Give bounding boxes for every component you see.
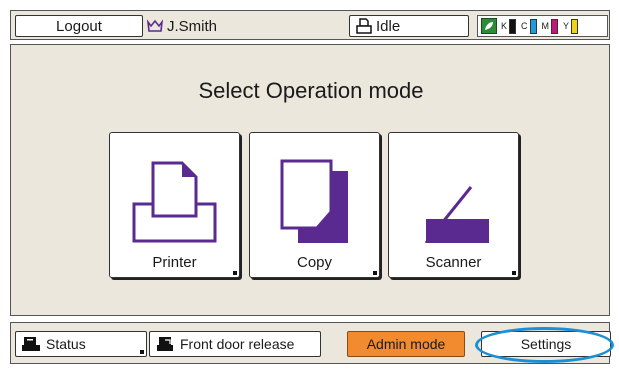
scanner-label: Scanner <box>425 254 482 271</box>
status-button[interactable]: Status <box>15 331 147 357</box>
user-name: J.Smith <box>167 17 218 35</box>
logout-label: Logout <box>56 17 102 35</box>
page-title: Select Operation mode <box>198 78 424 103</box>
scanner-mode-button[interactable]: Scanner <box>388 132 519 278</box>
status-icon <box>22 337 40 351</box>
status-corner-marker <box>140 350 144 354</box>
front-door-icon <box>157 337 173 351</box>
printer-corner-marker <box>233 271 237 275</box>
ink-c-label: C <box>521 21 528 31</box>
printer-status-button[interactable]: Idle <box>349 15 469 37</box>
ink-m-label: M <box>541 21 550 31</box>
ink-k: K <box>501 18 517 34</box>
scanner-corner-marker <box>512 271 516 275</box>
printer-mode-button[interactable]: Printer <box>109 132 240 278</box>
logout-button[interactable]: Logout <box>15 15 143 37</box>
ink-y-bar <box>571 18 579 34</box>
printer-label: Printer <box>152 254 197 271</box>
printer-icon <box>132 161 217 243</box>
admin-mode-label: Admin mode <box>366 336 446 352</box>
ink-c: C <box>521 18 537 34</box>
ink-c-bar <box>529 18 537 34</box>
ink-levels[interactable]: K C M Y <box>477 15 608 37</box>
ink-m: M <box>541 18 559 34</box>
front-door-release-button[interactable]: Front door release <box>149 331 321 357</box>
copy-icon <box>280 159 348 243</box>
status-label: Status <box>46 336 86 352</box>
ink-k-bar <box>509 18 517 34</box>
ink-ok-icon <box>481 18 497 34</box>
admin-mode-button[interactable]: Admin mode <box>347 331 465 357</box>
printer-status-icon <box>356 18 372 34</box>
top-status-bar: Logout J.Smith Idle K C M Y <box>10 10 610 40</box>
copy-label: Copy <box>296 254 333 271</box>
ink-k-label: K <box>501 21 508 31</box>
crown-icon <box>147 19 163 32</box>
printer-status-label: Idle <box>376 17 401 35</box>
copy-mode-button[interactable]: Copy <box>249 132 380 278</box>
ink-m-bar <box>551 18 559 34</box>
copy-corner-marker <box>373 271 377 275</box>
scanner-icon <box>424 186 489 243</box>
settings-button[interactable]: Settings <box>481 331 611 357</box>
front-door-label: Front door release <box>180 336 295 352</box>
user-indicator: J.Smith <box>147 15 217 37</box>
settings-label: Settings <box>520 336 572 352</box>
ink-y: Y <box>563 18 579 34</box>
operation-mode-panel: Select Operation mode Printer Copy Scann… <box>10 44 610 316</box>
ink-y-label: Y <box>563 21 570 31</box>
bottom-bar: Status Front door release Admin mode Set… <box>10 322 611 364</box>
